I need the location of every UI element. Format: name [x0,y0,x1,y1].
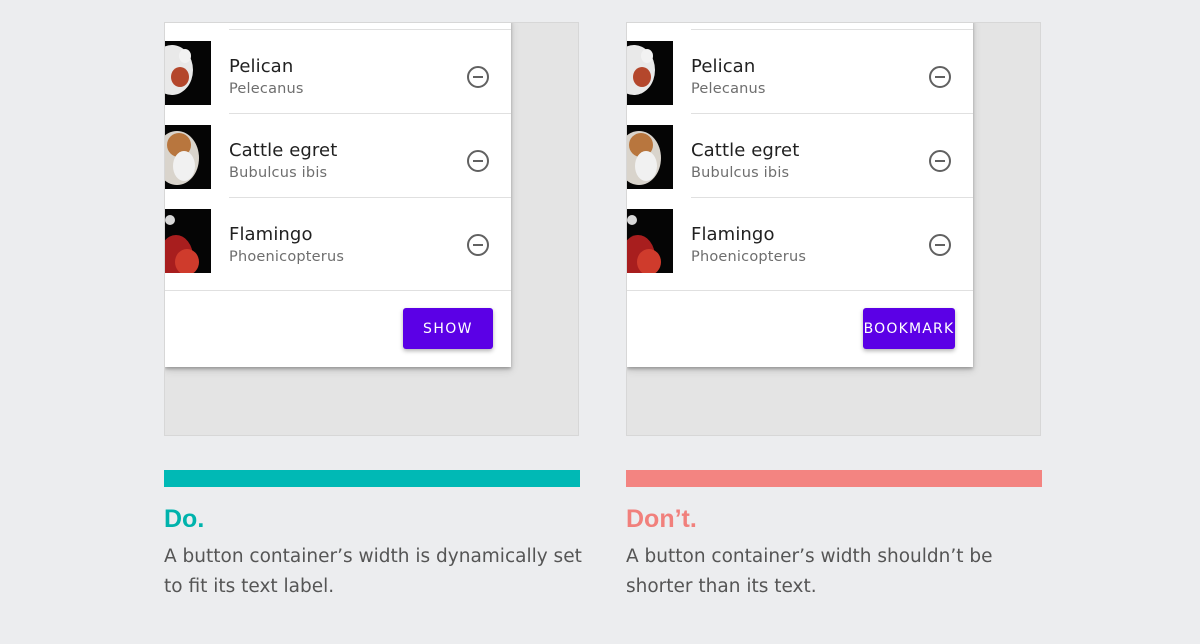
item-subtitle: Bubulcus ibis [691,165,790,181]
flamingo-thumbnail [165,209,211,273]
remove-circle-icon[interactable] [467,150,489,172]
do-description: A button container’s width is dynamicall… [164,546,582,597]
dont-description: A button container’s width shouldn’t be … [626,546,993,597]
cattle-egret-thumbnail [165,125,211,189]
pelican-thumbnail [165,41,211,105]
item-title: Cattle egret [229,140,338,161]
item-title: Flamingo [691,224,775,245]
item-title: Pelican [691,56,756,77]
divider [165,290,511,291]
list-item[interactable]: Pelican Pelecanus [627,30,973,114]
do-accent-bar [164,470,580,487]
item-title: Flamingo [229,224,313,245]
item-subtitle: Bubulcus ibis [229,165,328,181]
item-subtitle: Phoenicopterus [691,249,807,265]
list-item[interactable]: Flamingo Phoenicopterus [627,198,973,291]
item-subtitle: Pelecanus [691,81,766,97]
show-button[interactable]: SHOW [403,308,493,349]
list-item[interactable]: Flamingo Phoenicopterus [165,198,511,291]
item-subtitle: Phoenicopterus [229,249,345,265]
list-item[interactable]: Pelican Pelecanus [165,30,511,114]
list-item[interactable]: Cattle egret Bubulcus ibis [165,114,511,198]
dont-example-panel: Pelican Pelecanus Cattle egret Bubulcus … [626,22,1041,436]
dont-accent-bar [626,470,1042,487]
dont-heading: Don’t. [626,505,697,533]
remove-circle-icon[interactable] [929,150,951,172]
do-heading: Do. [164,505,205,533]
item-subtitle: Pelecanus [229,81,304,97]
divider [627,290,973,291]
list-item[interactable]: Cattle egret Bubulcus ibis [627,114,973,198]
item-title: Cattle egret [691,140,800,161]
remove-circle-icon[interactable] [929,66,951,88]
remove-circle-icon[interactable] [467,234,489,256]
list-card: Pelican Pelecanus Cattle egret Bubulcus … [165,23,511,367]
remove-circle-icon[interactable] [929,234,951,256]
item-title: Pelican [229,56,294,77]
list-card: Pelican Pelecanus Cattle egret Bubulcus … [627,23,973,367]
do-example-panel: Pelican Pelecanus Cattle egret Bubulcus … [164,22,579,436]
remove-circle-icon[interactable] [467,66,489,88]
pelican-thumbnail [627,41,673,105]
flamingo-thumbnail [627,209,673,273]
cattle-egret-thumbnail [627,125,673,189]
bookmark-button[interactable]: BOOKMARK [863,308,955,349]
